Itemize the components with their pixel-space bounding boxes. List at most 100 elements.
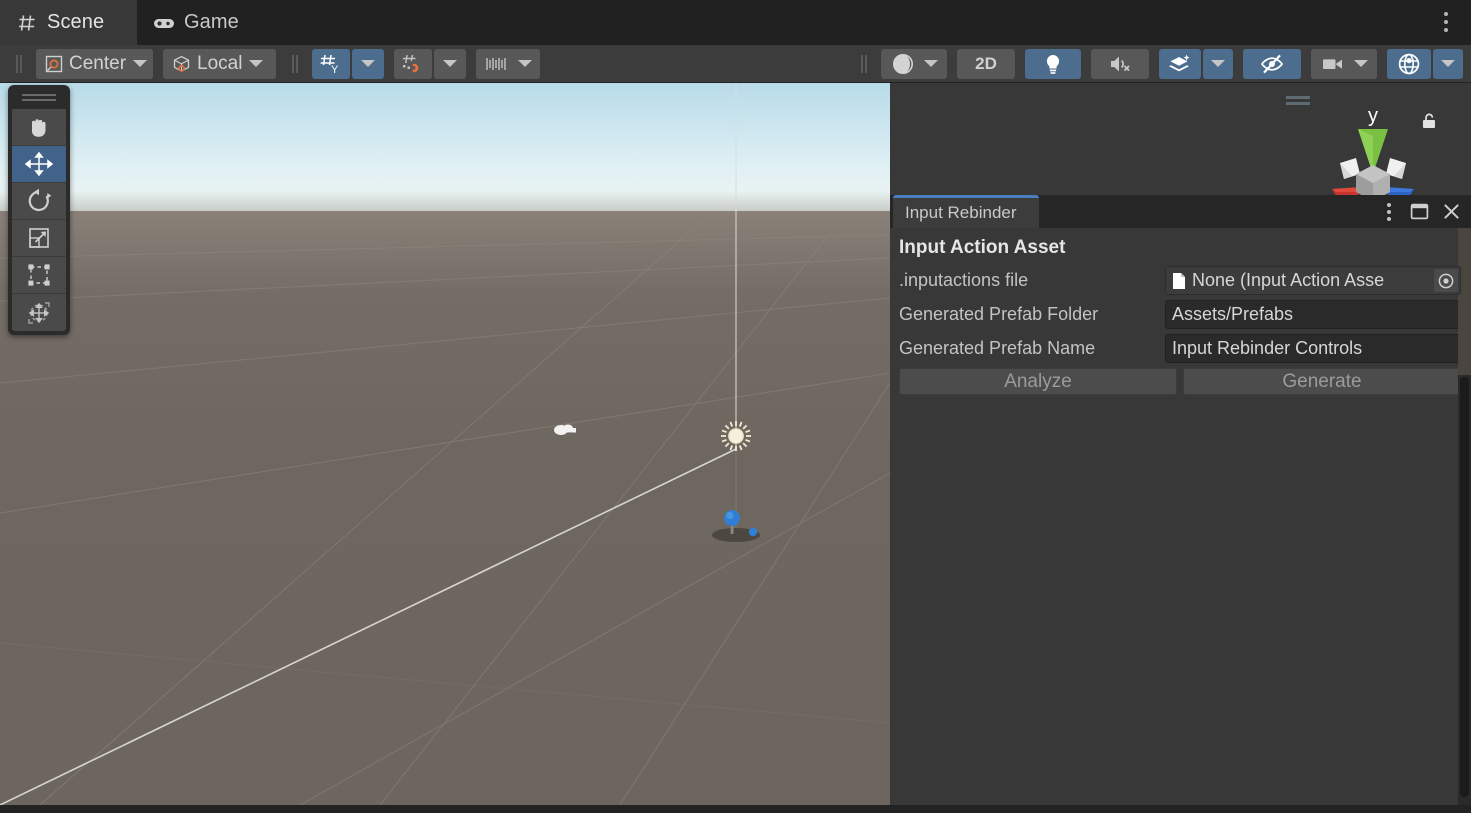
tab-game-label: Game	[184, 11, 239, 33]
grid-axis-button[interactable]: Y	[312, 48, 350, 79]
scrollbar-thumb[interactable]	[1460, 377, 1469, 797]
editor-window-menu-button[interactable]	[1433, 8, 1459, 36]
scene-audio-button[interactable]	[1091, 48, 1149, 79]
effects-dropdown[interactable]	[1203, 48, 1233, 79]
gizmos-button[interactable]	[1387, 48, 1431, 79]
grid-snap-button[interactable]	[394, 48, 432, 79]
chevron-down-icon	[1353, 60, 1368, 67]
prefab-folder-input[interactable]: Assets/Prefabs	[1165, 300, 1461, 329]
chevron-down-icon	[517, 60, 532, 67]
generate-button[interactable]: Generate	[1183, 368, 1461, 395]
chevron-down-icon	[249, 60, 264, 67]
gamepad-icon	[153, 12, 175, 34]
field-row-prefab-name: Generated Prefab Name Input Rebinder Con…	[890, 334, 1471, 363]
rotate-tool[interactable]	[12, 183, 66, 220]
chevron-down-icon	[1441, 60, 1455, 67]
gizmos-globe-icon	[1398, 53, 1420, 74]
input-rebinder-window: Input Rebinder Input Action Asset .input…	[890, 195, 1471, 805]
tools-palette-drag-handle[interactable]	[22, 92, 56, 104]
kebab-dot	[1444, 20, 1448, 24]
cube-local-icon	[171, 54, 192, 74]
field-row-inputactions: .inputactions file None (Input Action As…	[890, 266, 1471, 295]
scale-tool[interactable]	[12, 220, 66, 257]
scene-orientation-gizmo[interactable]: y	[1318, 96, 1428, 201]
field-label-prefab-folder: Generated Prefab Folder	[899, 304, 1099, 324]
document-icon	[1172, 272, 1186, 290]
effects-button[interactable]	[1159, 48, 1201, 79]
kebab-dot	[1444, 12, 1448, 16]
prefab-name-input[interactable]: Input Rebinder Controls	[1165, 334, 1461, 363]
kebab-dot	[1444, 28, 1448, 32]
input-rebinder-tabstrip: Input Rebinder	[890, 195, 1471, 228]
chevron-down-icon	[443, 60, 457, 67]
editor-tab-bar: Scene Game	[0, 0, 1471, 45]
snap-increment-icon	[485, 57, 506, 70]
inputactions-object-field[interactable]: None (Input Action Asse	[1165, 266, 1461, 295]
pivot-center-icon	[44, 54, 64, 74]
scale-icon	[29, 228, 49, 248]
move-arrows-icon	[24, 151, 54, 177]
snap-increment-button[interactable]	[476, 48, 540, 79]
move-tool[interactable]	[12, 146, 66, 183]
transform-tool[interactable]	[12, 294, 66, 331]
grid-axis-y-icon: Y	[320, 54, 339, 75]
toolbar-grip[interactable]	[12, 53, 26, 75]
move-rotate-scale-icon	[28, 301, 50, 324]
sun-icon	[721, 421, 751, 451]
view-2d-button[interactable]: 2D	[957, 48, 1015, 79]
toolbar-grip-3[interactable]	[857, 53, 871, 75]
chevron-down-icon	[1211, 60, 1225, 67]
gizmo-axis-label-y: y	[1368, 105, 1378, 127]
rotate-icon	[28, 188, 52, 212]
input-rebinder-window-buttons	[1381, 195, 1461, 228]
tab-game[interactable]: Game	[137, 0, 257, 45]
toolbar-grip-2[interactable]	[288, 53, 302, 75]
inputactions-field-value: None (Input Action Asse	[1192, 270, 1385, 290]
field-label-prefab-name: Generated Prefab Name	[899, 338, 1096, 358]
section-title: Input Action Asset	[899, 237, 1066, 258]
close-icon[interactable]	[1442, 202, 1461, 221]
svg-text:Y: Y	[331, 64, 339, 75]
scene-view-toolbar: Center Local Y 2D	[0, 45, 1471, 83]
camera-icon	[1322, 58, 1342, 69]
camera-settings-button[interactable]	[1311, 48, 1377, 79]
hidden-objects-button[interactable]	[1243, 48, 1301, 79]
grid-axis-dropdown[interactable]	[352, 48, 384, 79]
kebab-menu-icon[interactable]	[1381, 202, 1397, 221]
generate-button-label: Generate	[1282, 370, 1362, 392]
tab-scene[interactable]: Scene	[0, 0, 137, 45]
chevron-down-icon	[923, 60, 938, 67]
scene-lighting-button[interactable]	[1025, 48, 1081, 79]
rect-tool[interactable]	[12, 257, 66, 294]
hand-icon	[31, 119, 46, 137]
prefab-folder-value: Assets/Prefabs	[1172, 304, 1294, 324]
action-buttons-row: Analyze Generate	[890, 368, 1471, 395]
handle-space-button[interactable]: Local	[163, 48, 276, 79]
scene-grid-and-gizmos	[0, 83, 890, 805]
scene-overlay-drag-handle[interactable]	[1286, 95, 1310, 107]
handle-space-label: Local	[197, 52, 243, 74]
object-picker-icon[interactable]	[1434, 269, 1458, 292]
gizmos-dropdown[interactable]	[1433, 48, 1463, 79]
shading-mode-button[interactable]	[881, 48, 947, 79]
analyze-button[interactable]: Analyze	[899, 368, 1177, 395]
tools-palette	[8, 85, 70, 335]
tab-scene-label: Scene	[47, 11, 105, 33]
chevron-down-icon	[361, 60, 375, 67]
maximize-icon[interactable]	[1410, 202, 1429, 221]
prefab-name-value: Input Rebinder Controls	[1172, 338, 1363, 358]
grid-snap-magnet-icon	[403, 54, 419, 72]
analyze-button-label: Analyze	[1004, 370, 1072, 392]
pivot-mode-button[interactable]: Center	[36, 48, 153, 79]
lightbulb-icon	[1046, 54, 1060, 74]
scene-viewport[interactable]	[0, 83, 890, 805]
input-rebinder-scrollbar[interactable]	[1458, 375, 1471, 805]
grid-snap-dropdown[interactable]	[434, 48, 466, 79]
hand-tool[interactable]	[12, 109, 66, 146]
field-label-inputactions: .inputactions file	[899, 270, 1029, 290]
eye-off-icon	[1260, 54, 1284, 73]
editor-bottom-bar	[0, 805, 1471, 813]
rect-transform-icon	[28, 264, 50, 286]
tab-input-rebinder[interactable]: Input Rebinder	[893, 195, 1039, 228]
input-rebinder-body: Input Action Asset .inputactions file No…	[890, 228, 1471, 395]
